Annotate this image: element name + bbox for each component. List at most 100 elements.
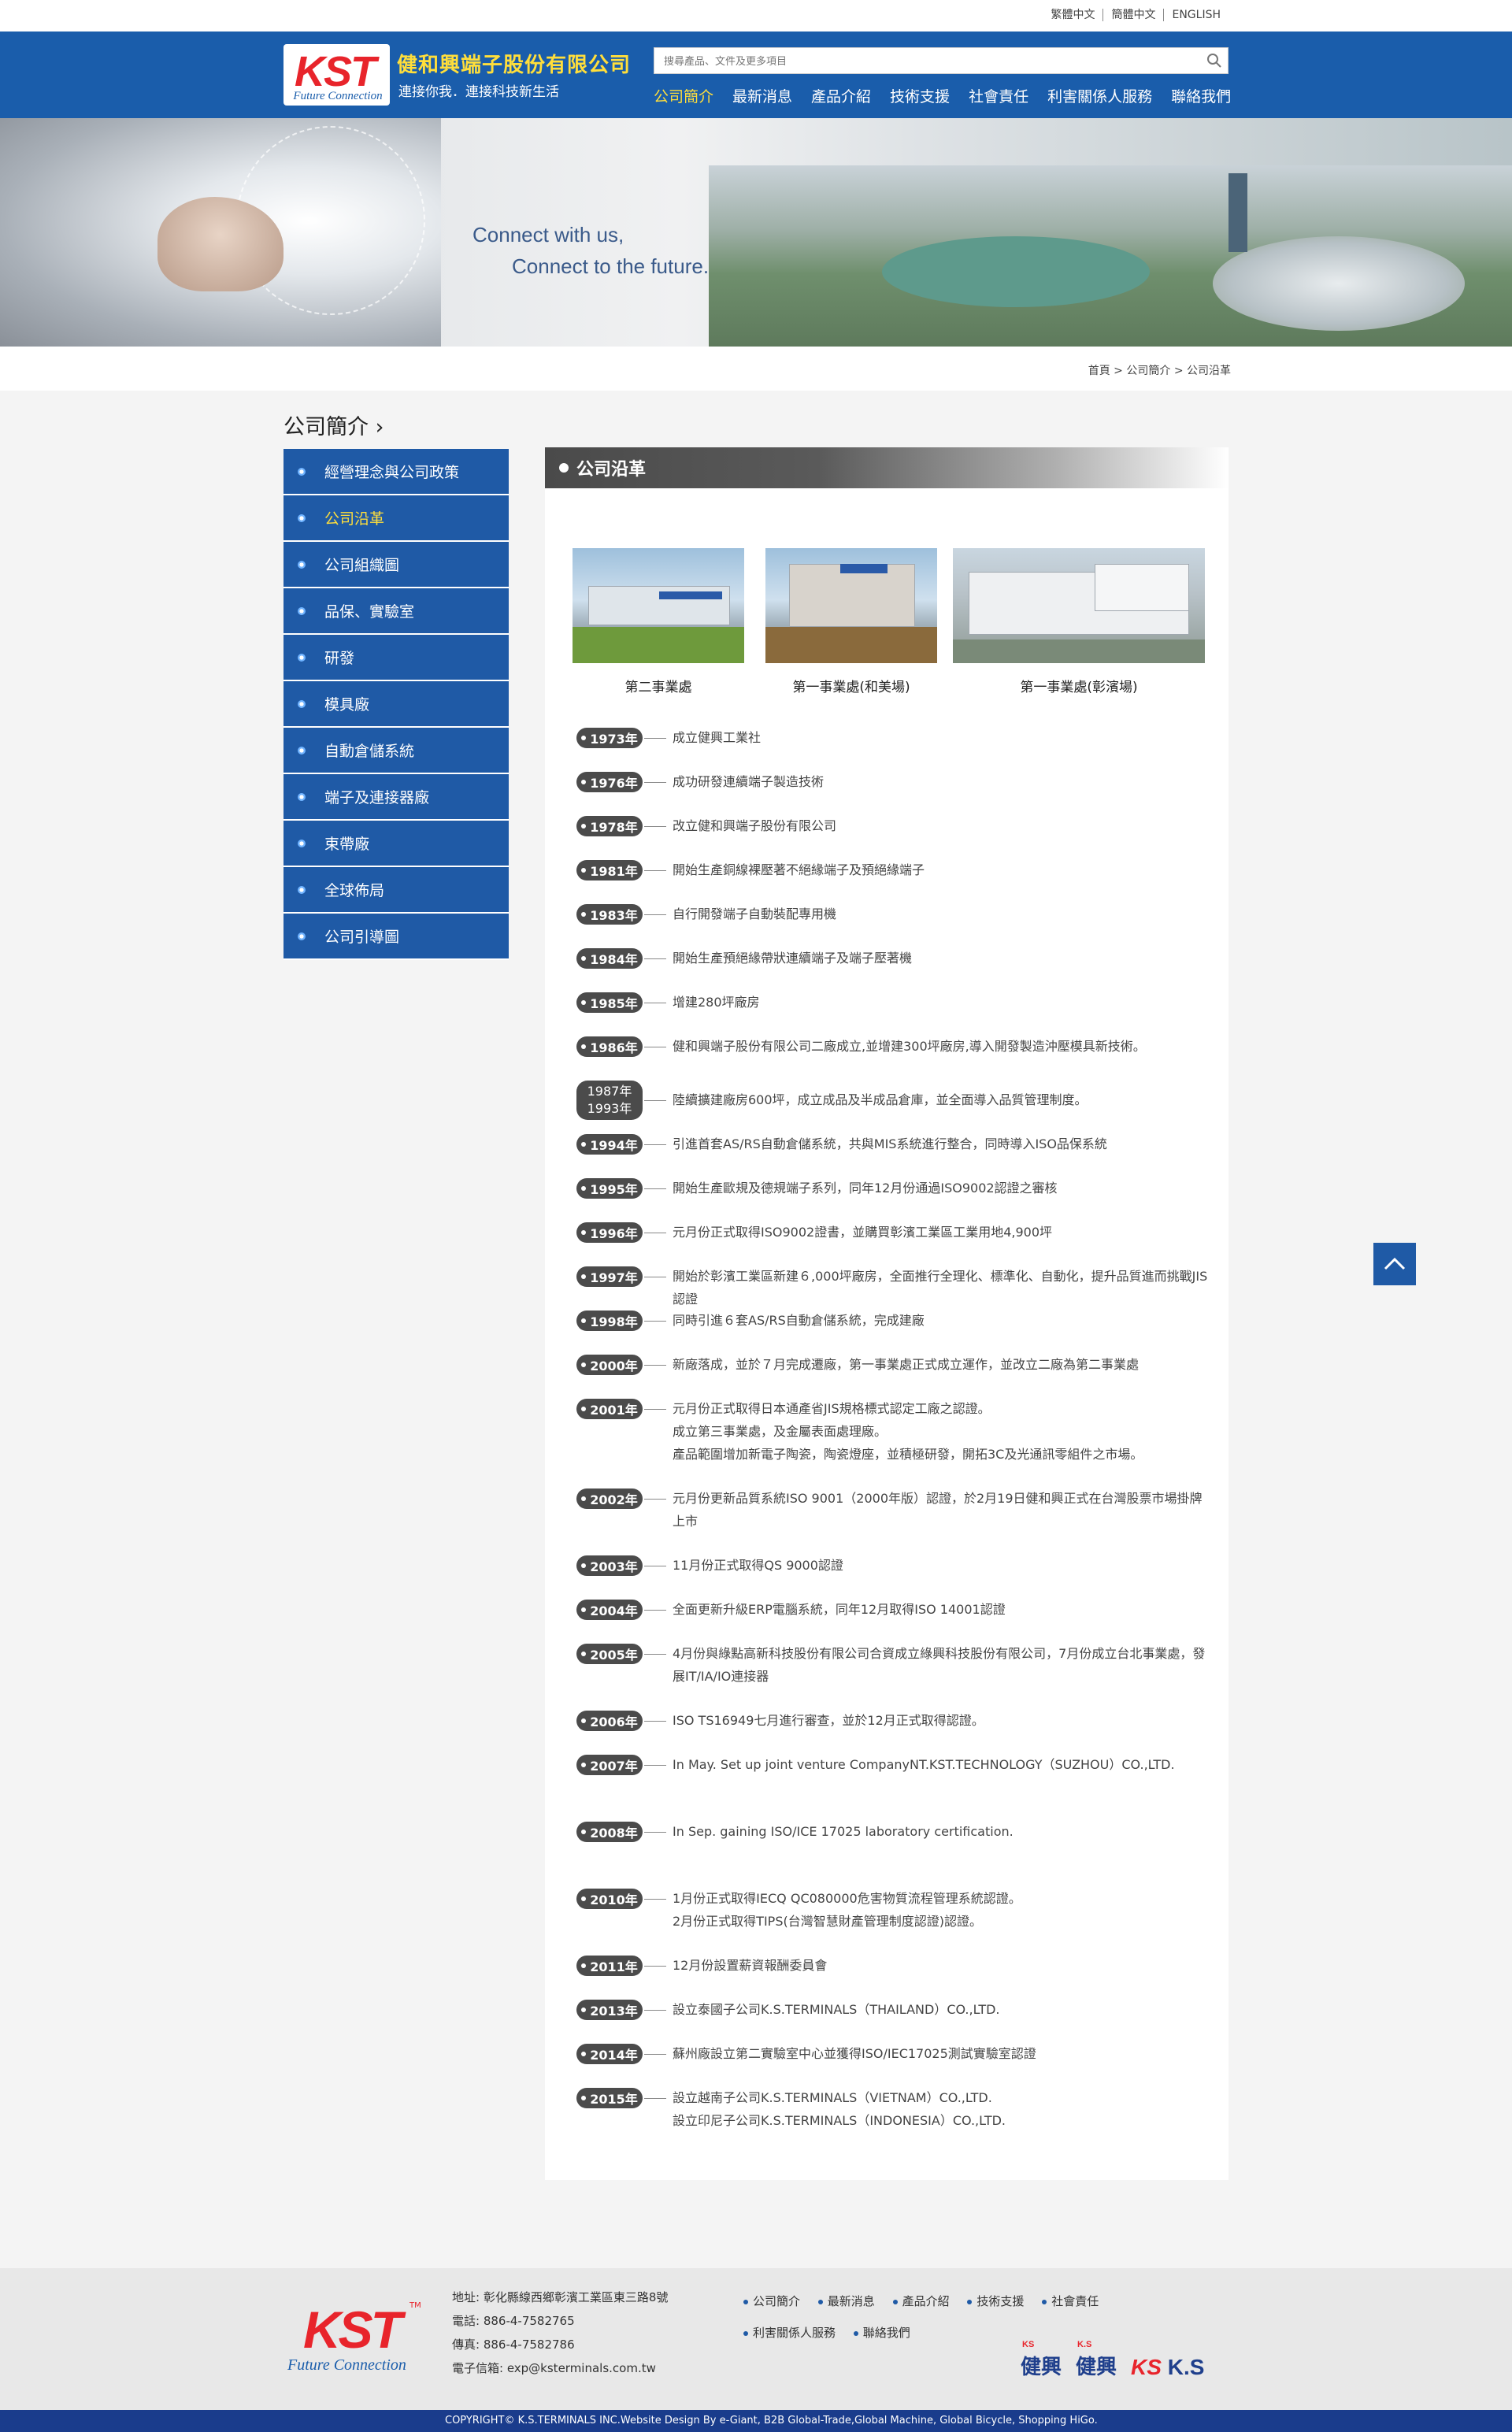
- year-label: 1994年: [590, 1138, 638, 1153]
- bullet-icon: [581, 1718, 587, 1723]
- year-label: 2003年: [590, 1559, 638, 1574]
- copyright-text: COPYRIGHT© K.S.TERMINALS INC.Website Des…: [445, 2415, 1098, 2426]
- footer-email[interactable]: 電子信箱: exp@ksterminals.com.tw: [452, 2356, 668, 2380]
- photo-plant-1-changbin: [953, 548, 1205, 663]
- connector-line: [644, 1409, 666, 1410]
- footer-link-products[interactable]: 產品介紹: [893, 2286, 950, 2317]
- footer-nav: 公司簡介 最新消息 產品介紹 技術支援 社會責任 利害關係人服務 聯絡我們: [743, 2286, 1121, 2349]
- connector-line: [644, 1610, 666, 1611]
- connector-line: [644, 958, 666, 959]
- sidebar-item-philosophy[interactable]: 經營理念與公司政策: [284, 449, 509, 495]
- footer-link-support[interactable]: 技術支援: [967, 2286, 1024, 2317]
- year-label: 1995年: [590, 1182, 638, 1197]
- breadcrumb[interactable]: 首頁 > 公司簡介 > 公司沿革: [1088, 362, 1231, 378]
- banner-line-1: Connect with us,: [472, 223, 624, 247]
- company-slogan: 連接你我．連接科技新生活: [398, 84, 559, 100]
- connector-line: [644, 2054, 666, 2055]
- main-nav: 公司簡介 最新消息 產品介紹 技術支援 社會責任 利害關係人服務 聯絡我們: [654, 85, 1250, 106]
- bullet-icon: [298, 932, 306, 940]
- brand-logo-ks: KS K.S: [1131, 2355, 1205, 2379]
- sidebar-item-global[interactable]: 全球佈局: [284, 867, 509, 914]
- nav-tech-support[interactable]: 技術支援: [890, 85, 950, 106]
- back-to-top-button[interactable]: [1373, 1243, 1416, 1285]
- site-footer: KST TM Future Connection 地址: 彰化縣線西鄉彰濱工業區…: [0, 2268, 1512, 2410]
- sidebar-item-mold-factory[interactable]: 模具廠: [284, 681, 509, 728]
- footer-link-news[interactable]: 最新消息: [818, 2286, 875, 2317]
- timeline-text: 開始於彰濱工業區新建６,000坪廠房，全面推行全理化、標準化、自動化，提升品質進…: [673, 1269, 1208, 1307]
- footer-link-csr[interactable]: 社會責任: [1042, 2286, 1099, 2317]
- panel-title-bar: 公司沿革: [545, 447, 1228, 488]
- bullet-icon: [581, 736, 587, 740]
- lang-english-link[interactable]: ENGLISH: [1163, 9, 1228, 21]
- bullet-icon: [581, 2008, 587, 2012]
- connector-line: [644, 1100, 666, 1101]
- year-label: 1983年: [590, 908, 638, 923]
- year-badge: 1998年: [576, 1311, 643, 1331]
- year-badge: 1995年: [576, 1178, 643, 1199]
- nav-company-profile[interactable]: 公司簡介: [654, 85, 713, 106]
- lang-traditional-link[interactable]: 繁體中文: [1043, 9, 1102, 21]
- bullet-icon: [559, 463, 569, 473]
- timeline-text: In Sep. gaining ISO/ICE 17025 laboratory…: [673, 1824, 1014, 1839]
- year-badge: 1996年: [576, 1222, 643, 1243]
- footer-link-company[interactable]: 公司簡介: [743, 2286, 800, 2317]
- connector-line: [644, 914, 666, 915]
- nav-news[interactable]: 最新消息: [732, 85, 792, 106]
- sidebar-item-rd[interactable]: 研發: [284, 635, 509, 681]
- connector-line: [644, 1721, 666, 1722]
- nav-contact[interactable]: 聯絡我們: [1171, 85, 1231, 106]
- footer-link-stakeholders[interactable]: 利害關係人服務: [743, 2317, 836, 2349]
- sidebar-item-organization[interactable]: 公司組織圖: [284, 542, 509, 588]
- chevron-up-icon: [1384, 1257, 1406, 1270]
- brand-name: 健興: [1021, 2356, 1062, 2379]
- brand-logo-jianxing-2: K.S 健興: [1076, 2340, 1117, 2380]
- year-badge: 2002年: [576, 1488, 643, 1509]
- timeline-text: 引進首套AS/RS自動倉儲系統，共與MIS系統進行整合，同時導入ISO品保系統: [673, 1136, 1107, 1151]
- timeline-text: 健和興端子股份有限公司二廠成立,並增建300坪廠房,導入開發製造沖壓模具新技術。: [673, 1039, 1146, 1054]
- nav-stakeholders[interactable]: 利害關係人服務: [1047, 85, 1152, 106]
- timeline-text: 陸續擴建廠房600坪，成立成品及半成品倉庫，並全面導入品質管理制度。: [673, 1092, 1088, 1107]
- sidebar-item-qa-lab[interactable]: 品保、實驗室: [284, 588, 509, 635]
- year-label: 2006年: [590, 1715, 638, 1729]
- year-label: 1973年: [590, 732, 638, 747]
- year-badge: 1981年: [576, 860, 643, 880]
- connector-line: [644, 1321, 666, 1322]
- year-label: 1996年: [590, 1226, 638, 1241]
- bullet-icon: [298, 746, 306, 754]
- footer-logo[interactable]: KST TM Future Connection: [287, 2300, 421, 2374]
- sidebar-item-directions[interactable]: 公司引導圖: [284, 914, 509, 960]
- nav-csr[interactable]: 社會責任: [969, 85, 1028, 106]
- search-input[interactable]: [654, 48, 1198, 73]
- footer-brand-logos: KS 健興 K.S 健興 KS K.S: [1021, 2340, 1205, 2380]
- sidebar-item-label: 束帶廠: [324, 836, 370, 853]
- sidebar-item-cable-tie-factory[interactable]: 束帶廠: [284, 821, 509, 867]
- photo-caption-plant-2: 第二事業處: [624, 680, 692, 695]
- footer-link-contact[interactable]: 聯絡我們: [854, 2317, 910, 2349]
- photo-plant-1-hemei: [765, 548, 937, 663]
- year-label: 1981年: [590, 864, 638, 879]
- brand-name: K.S: [1167, 2355, 1205, 2379]
- timeline-text: 4月份與綠點高新科技股份有限公司合資成立綠興科技股份有限公司，7月份成立台北事業…: [673, 1646, 1206, 1684]
- brand-mini-label: KS: [1022, 2340, 1035, 2349]
- year-badge: 2011年: [576, 1956, 643, 1976]
- sidebar-item-label: 自動倉儲系統: [324, 743, 415, 760]
- year-label: 1997年: [590, 1270, 638, 1285]
- lang-simplified-link[interactable]: 簡體中文: [1102, 9, 1163, 21]
- sidebar-item-terminal-factory[interactable]: 端子及連接器廠: [284, 774, 509, 821]
- bullet-icon: [581, 2052, 587, 2056]
- hero-banner: Connect with us, Connect to the future.: [0, 118, 1512, 347]
- breadcrumb-bar: 首頁 > 公司簡介 > 公司沿革: [0, 347, 1512, 391]
- sidebar-item-warehouse[interactable]: 自動倉儲系統: [284, 728, 509, 774]
- timeline-text: 設立泰國子公司K.S.TERMINALS（THAILAND）CO.,LTD.: [673, 2002, 1000, 2017]
- panel-title: 公司沿革: [576, 460, 647, 480]
- site-logo[interactable]: KST Future Connection: [284, 44, 390, 106]
- year-label: 2014年: [590, 2048, 638, 2063]
- year-label: 2013年: [590, 2004, 638, 2019]
- timeline-text: 開始生產歐規及德規端子系列，同年12月份通過ISO9002認證之審核: [673, 1181, 1058, 1196]
- year-label: 2002年: [590, 1492, 638, 1507]
- nav-products[interactable]: 產品介紹: [811, 85, 871, 106]
- year-label: 1976年: [590, 776, 638, 791]
- sidebar-item-history[interactable]: 公司沿革: [284, 495, 509, 542]
- search-icon[interactable]: [1206, 52, 1223, 69]
- year-badge: 1987年 1993年: [576, 1081, 643, 1120]
